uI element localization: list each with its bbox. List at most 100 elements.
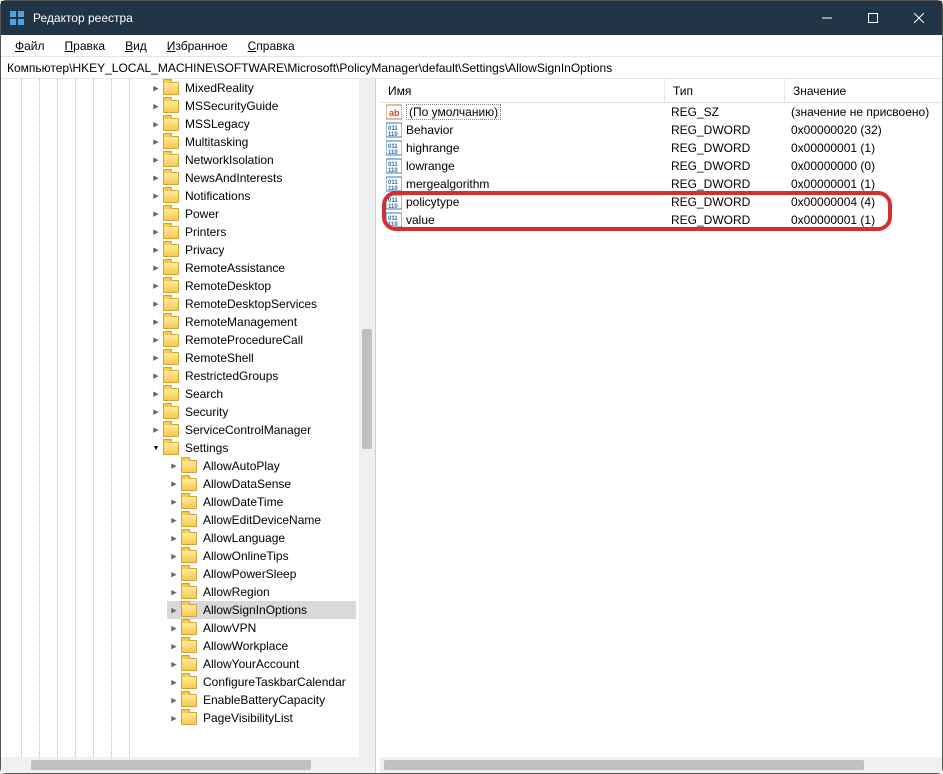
tree-item[interactable]: ▶ MixedReality [149, 79, 356, 97]
chevron-right-icon[interactable]: ▶ [151, 408, 161, 416]
tree-label: RemoteProcedureCall [183, 333, 305, 347]
tree-item[interactable]: ▶ MSSLegacy [149, 115, 356, 133]
tree-item[interactable]: ▶ RemoteDesktop [149, 277, 356, 295]
tree-item[interactable]: ▶ AllowSignInOptions [167, 601, 356, 619]
chevron-right-icon[interactable]: ▶ [151, 228, 161, 236]
tree-item[interactable]: ▶ RemoteAssistance [149, 259, 356, 277]
chevron-right-icon[interactable]: ▶ [151, 210, 161, 218]
chevron-right-icon[interactable]: ▶ [169, 534, 179, 542]
value-row[interactable]: policytype REG_DWORD 0x00000004 (4) [380, 193, 942, 211]
tree-item[interactable]: ▶ AllowPowerSleep [167, 565, 356, 583]
value-row[interactable]: mergealgorithm REG_DWORD 0x00000001 (1) [380, 175, 942, 193]
chevron-right-icon[interactable]: ▶ [151, 390, 161, 398]
tree-item[interactable]: ▶ AllowOnlineTips [167, 547, 356, 565]
chevron-right-icon[interactable]: ▶ [169, 714, 179, 722]
menu-file[interactable]: Файл [7, 37, 53, 55]
chevron-right-icon[interactable]: ▶ [151, 138, 161, 146]
tree-item[interactable]: ▶ AllowAutoPlay [167, 457, 356, 475]
tree-item[interactable]: ▶ RemoteProcedureCall [149, 331, 356, 349]
tree-item[interactable]: ▶ RemoteDesktopServices [149, 295, 356, 313]
chevron-right-icon[interactable]: ▶ [169, 570, 179, 578]
menu-favorites[interactable]: Избранное [159, 37, 236, 55]
close-button[interactable] [896, 1, 942, 35]
tree-horizontal-scrollbar[interactable] [1, 757, 375, 773]
menu-help[interactable]: Справка [240, 37, 303, 55]
value-name: mergealgorithm [406, 177, 489, 191]
menu-view[interactable]: Вид [117, 37, 155, 55]
values-horizontal-scrollbar[interactable] [380, 757, 942, 773]
chevron-right-icon[interactable]: ▶ [151, 354, 161, 362]
tree-item[interactable]: ▶ Printers [149, 223, 356, 241]
tree-item[interactable]: ▶ Privacy [149, 241, 356, 259]
chevron-right-icon[interactable]: ▶ [151, 156, 161, 164]
tree-item[interactable]: ▶ AllowDateTime [167, 493, 356, 511]
tree-item[interactable]: ▶ AllowVPN [167, 619, 356, 637]
chevron-right-icon[interactable]: ▶ [151, 336, 161, 344]
chevron-right-icon[interactable]: ▶ [151, 246, 161, 254]
maximize-button[interactable] [850, 1, 896, 35]
value-row[interactable]: highrange REG_DWORD 0x00000001 (1) [380, 139, 942, 157]
tree-item[interactable]: ▶ Search [149, 385, 356, 403]
folder-icon [181, 568, 197, 581]
minimize-button[interactable] [804, 1, 850, 35]
chevron-right-icon[interactable]: ▶ [169, 480, 179, 488]
tree-item[interactable]: ▶ RemoteShell [149, 349, 356, 367]
chevron-right-icon[interactable]: ▶ [151, 300, 161, 308]
value-type: REG_DWORD [665, 213, 785, 227]
tree-item[interactable]: ▶ Power [149, 205, 356, 223]
chevron-right-icon[interactable]: ▶ [151, 120, 161, 128]
chevron-right-icon[interactable]: ▶ [169, 678, 179, 686]
tree-item[interactable]: ▶ AllowWorkplace [167, 637, 356, 655]
chevron-right-icon[interactable]: ▶ [169, 624, 179, 632]
tree-item[interactable]: ▶ EnableBatteryCapacity [167, 691, 356, 709]
col-type[interactable]: Тип [665, 79, 785, 102]
address-bar[interactable]: Компьютер\HKEY_LOCAL_MACHINE\SOFTWARE\Mi… [1, 57, 942, 79]
folder-icon [163, 190, 179, 203]
tree-item[interactable]: ▶ AllowRegion [167, 583, 356, 601]
value-row[interactable]: lowrange REG_DWORD 0x00000000 (0) [380, 157, 942, 175]
tree-item[interactable]: ▶ AllowDataSense [167, 475, 356, 493]
tree-item[interactable]: ▶ RemoteManagement [149, 313, 356, 331]
chevron-right-icon[interactable]: ▶ [151, 264, 161, 272]
chevron-right-icon[interactable]: ▶ [169, 660, 179, 668]
tree-item[interactable]: ▶ Notifications [149, 187, 356, 205]
tree-item[interactable]: ▶ Security [149, 403, 356, 421]
chevron-right-icon[interactable]: ▶ [151, 192, 161, 200]
tree-item[interactable]: ▶ AllowLanguage [167, 529, 356, 547]
col-name[interactable]: Имя [380, 79, 665, 102]
value-row[interactable]: (По умолчанию) REG_SZ (значение не присв… [380, 103, 942, 121]
tree-vertical-scrollbar[interactable] [359, 79, 375, 757]
chevron-right-icon[interactable]: ▶ [151, 426, 161, 434]
tree-item[interactable]: ▶ PageVisibilityList [167, 709, 356, 727]
chevron-right-icon[interactable]: ▶ [151, 174, 161, 182]
chevron-down-icon[interactable]: ▼ [151, 444, 161, 452]
value-row[interactable]: Behavior REG_DWORD 0x00000020 (32) [380, 121, 942, 139]
tree-item[interactable]: ▶ AllowEditDeviceName [167, 511, 356, 529]
tree-item[interactable]: ▶ NetworkIsolation [149, 151, 356, 169]
chevron-right-icon[interactable]: ▶ [151, 84, 161, 92]
tree-item[interactable]: ▶ Multitasking [149, 133, 356, 151]
tree-label: MixedReality [183, 81, 256, 95]
value-row[interactable]: value REG_DWORD 0x00000001 (1) [380, 211, 942, 229]
tree-item[interactable]: ▶ RestrictedGroups [149, 367, 356, 385]
chevron-right-icon[interactable]: ▶ [151, 282, 161, 290]
tree-item[interactable]: ▶ MSSecurityGuide [149, 97, 356, 115]
chevron-right-icon[interactable]: ▶ [169, 462, 179, 470]
col-data[interactable]: Значение [785, 79, 942, 102]
chevron-right-icon[interactable]: ▶ [169, 498, 179, 506]
menu-edit[interactable]: Правка [57, 37, 114, 55]
tree-item[interactable]: ▶ AllowYourAccount [167, 655, 356, 673]
chevron-right-icon[interactable]: ▶ [151, 102, 161, 110]
chevron-right-icon[interactable]: ▶ [151, 318, 161, 326]
tree-item[interactable]: ▶ NewsAndInterests [149, 169, 356, 187]
tree-item[interactable]: ▶ ConfigureTaskbarCalendar [167, 673, 356, 691]
chevron-right-icon[interactable]: ▶ [169, 516, 179, 524]
chevron-right-icon[interactable]: ▶ [169, 642, 179, 650]
chevron-right-icon[interactable]: ▶ [169, 606, 179, 614]
tree-item-settings[interactable]: ▼ Settings [149, 439, 356, 457]
tree-item[interactable]: ▶ ServiceControlManager [149, 421, 356, 439]
chevron-right-icon[interactable]: ▶ [169, 588, 179, 596]
chevron-right-icon[interactable]: ▶ [169, 696, 179, 704]
chevron-right-icon[interactable]: ▶ [151, 372, 161, 380]
chevron-right-icon[interactable]: ▶ [169, 552, 179, 560]
